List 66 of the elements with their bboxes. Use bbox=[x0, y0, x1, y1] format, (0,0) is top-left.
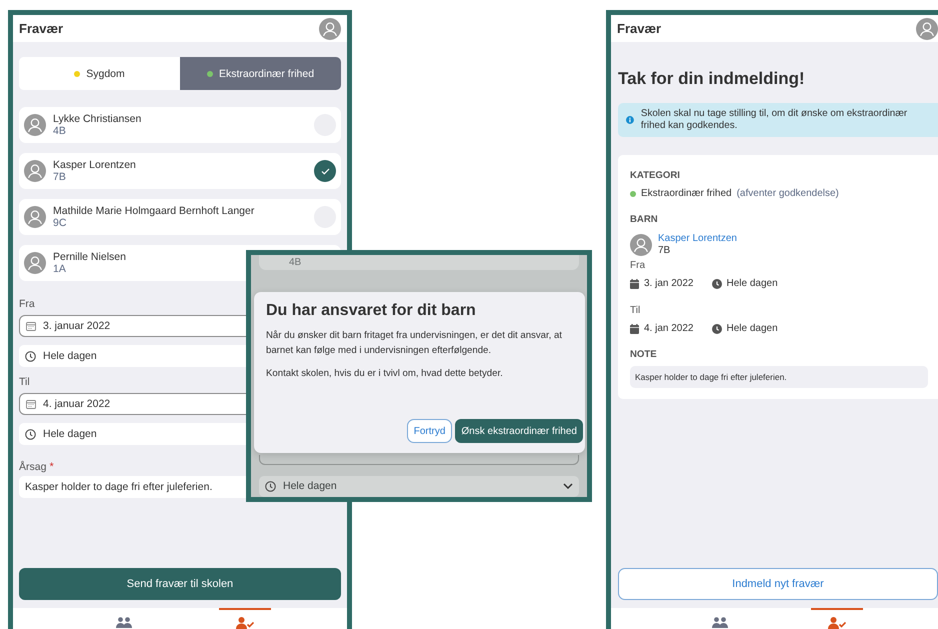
avatar-icon bbox=[24, 206, 46, 228]
child-class: 7B bbox=[658, 245, 670, 257]
field-label: Til bbox=[19, 375, 30, 389]
time-text: Hele dagen bbox=[726, 278, 778, 289]
calendar-icon bbox=[630, 278, 639, 288]
note-text: Kasper holder to dage fri efter juleferien. bbox=[630, 366, 928, 388]
calendar-icon bbox=[26, 321, 36, 331]
child-name: Mathilde Marie Holmgaard Bernhoft Langer bbox=[53, 205, 254, 217]
clock-icon bbox=[25, 428, 36, 440]
child-class: 4B bbox=[53, 125, 66, 137]
category-tab[interactable]: Ekstraordinær frihed bbox=[180, 57, 341, 90]
child-name: Kasper Lorentzen bbox=[53, 159, 136, 171]
section-label: KATEGORI bbox=[630, 170, 680, 182]
child-class: 9C bbox=[53, 217, 66, 229]
child-card[interactable]: Mathilde Marie Holmgaard Bernhoft Langer 9C bbox=[19, 199, 341, 235]
section-label: BARN bbox=[630, 214, 658, 226]
screen-title: Fravær bbox=[19, 21, 64, 36]
person-check-icon bbox=[828, 617, 846, 629]
period-label: Fra bbox=[630, 260, 645, 272]
avatar-icon bbox=[630, 234, 652, 256]
info-text: Skolen skal nu tage stilling til, om dit ønske om ekstraordinær frihed kan godkendes. bbox=[640, 108, 908, 132]
child-name-link[interactable]: Kasper Lorentzen bbox=[658, 233, 737, 245]
cancel-button[interactable]: Fortryd bbox=[406, 419, 452, 443]
period-label: Til bbox=[630, 305, 640, 317]
time-value: Hele dagen bbox=[283, 480, 338, 492]
info-icon bbox=[626, 115, 634, 125]
select-checkbox[interactable] bbox=[314, 160, 336, 182]
child-class: 7B bbox=[53, 171, 66, 183]
child-card[interactable]: Kasper Lorentzen 7B bbox=[19, 153, 341, 189]
time-text: Hele dagen bbox=[726, 323, 778, 334]
absence-tab[interactable] bbox=[218, 608, 270, 629]
submit-button[interactable]: Send fravær til skolen bbox=[19, 568, 341, 600]
avatar-icon bbox=[319, 18, 341, 40]
clock-icon bbox=[712, 324, 722, 334]
field-label: Årsag bbox=[19, 460, 46, 474]
chevron-down-icon bbox=[563, 483, 573, 490]
calendar-icon bbox=[630, 324, 639, 334]
confirmation-heading: Tak for din indmelding! bbox=[618, 69, 805, 89]
screen-title: Fravær bbox=[617, 21, 662, 36]
section-label: NOTE bbox=[630, 349, 657, 361]
calendar-icon bbox=[26, 399, 36, 409]
person-check-icon bbox=[236, 617, 254, 629]
child-class: 1A bbox=[53, 263, 66, 275]
absence-tab[interactable] bbox=[811, 608, 864, 629]
clock-icon bbox=[265, 480, 276, 492]
child-card[interactable]: Lykke Christiansen 4B bbox=[19, 107, 341, 143]
child-name: Lykke Christiansen bbox=[53, 113, 142, 125]
category-value: Ekstraordinær frihed bbox=[641, 188, 732, 199]
people-icon bbox=[712, 617, 728, 628]
avatar-icon bbox=[24, 252, 46, 274]
date-text: 3. jan 2022 bbox=[644, 278, 694, 289]
people-icon bbox=[116, 617, 132, 628]
new-absence-button[interactable]: Indmeld nyt fravær bbox=[618, 568, 938, 600]
date-text: 4. jan 2022 bbox=[644, 323, 694, 334]
dialog-text: Kontakt skolen, hvis du er i tvivl om, hvad dette betyder. bbox=[266, 367, 503, 381]
child-name: Pernille Nielsen bbox=[53, 251, 126, 263]
required-mark: * bbox=[49, 461, 54, 473]
clock-icon bbox=[25, 350, 36, 362]
category-status: (afventer godkendelse) bbox=[736, 188, 839, 199]
field-label: Fra bbox=[19, 297, 35, 311]
avatar-icon bbox=[24, 160, 46, 182]
child-class: 4B bbox=[289, 256, 302, 268]
check-icon bbox=[320, 168, 330, 174]
avatar-icon bbox=[24, 114, 46, 136]
confirm-button[interactable]: Ønsk ekstraordinær frihed bbox=[455, 419, 583, 443]
clock-icon bbox=[712, 278, 722, 288]
